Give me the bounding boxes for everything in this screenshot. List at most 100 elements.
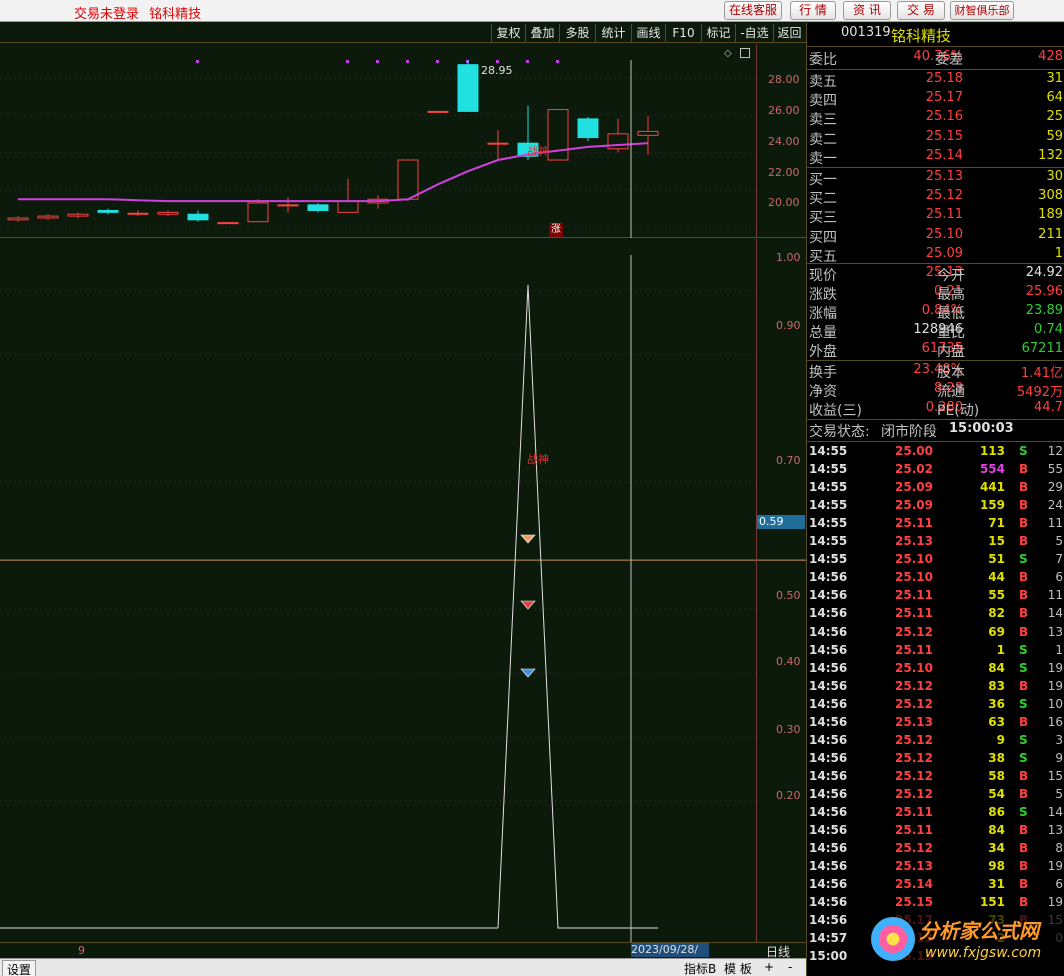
candle-body [97, 209, 119, 213]
tick-volume: 38 [988, 750, 1005, 765]
date-axis-marker: 9 [78, 944, 85, 957]
candle-body [427, 110, 449, 113]
buy-price: 25.09 [925, 245, 963, 261]
tick-time: 14:56 [809, 768, 848, 783]
diamond-icon[interactable]: ◇ [724, 48, 732, 59]
online-service-button[interactable]: 在线客服 [724, 1, 782, 20]
trade-status-time: 15:00:03 [949, 421, 1014, 436]
tick-side: S [1019, 750, 1028, 765]
stats-label: 外盘 [809, 344, 837, 360]
ind-tick-100: 1.00 [776, 251, 801, 264]
buy-volume: 189 [1038, 207, 1063, 223]
tool-stats[interactable]: 统计 [595, 24, 631, 42]
tick-price: 25.15 [895, 895, 933, 910]
buy-volume: 308 [1038, 188, 1063, 204]
indicator-series-label: 战神 [527, 453, 549, 466]
buy-row: 买一 25.13 30 [807, 169, 1064, 188]
tick-side: B [1019, 516, 1029, 531]
tick-price: 25.12 [895, 786, 933, 801]
tick-count: 19 [1047, 895, 1063, 910]
indicator-pane[interactable]: 1.00 0.90 0.70 0.50 0.40 0.30 0.20 0.59 … [0, 239, 806, 942]
stats-label: 股本 [937, 365, 965, 381]
tick-side: B [1019, 895, 1029, 910]
club-button[interactable]: 财智俱乐部 [950, 1, 1014, 20]
tick-price: 25.02 [895, 462, 933, 477]
candle-body [157, 211, 179, 215]
tick-volume: 15 [988, 534, 1005, 549]
news-button[interactable]: 资 讯 [843, 1, 891, 20]
tick-time: 14:56 [809, 786, 848, 801]
price-tick-26: 26.00 [768, 104, 800, 117]
ind-tick-050: 0.50 [776, 589, 801, 602]
tool-fuquan[interactable]: 复权 [491, 24, 525, 42]
tick-row: 14:56 25.13 98 B 19 [807, 858, 1064, 876]
tool-f10[interactable]: F10 [665, 24, 701, 42]
tool-mark[interactable]: 标记 [701, 24, 735, 42]
trade-login-status: 交易未登录 [74, 7, 140, 22]
tick-row: 14:56 25.12 54 B 5 [807, 786, 1064, 804]
tick-side: B [1019, 606, 1029, 621]
tick-side: B [1019, 823, 1029, 838]
tick-volume: 86 [988, 805, 1005, 819]
indicator-tab[interactable]: 指标B [684, 960, 716, 976]
sell-price: 25.14 [925, 147, 963, 163]
stats-row: 现价 25.13 今开 24.92 [807, 265, 1064, 284]
buy-label: 买三 [809, 210, 837, 227]
sell-volume: 64 [1046, 90, 1063, 106]
template-tab[interactable]: 模 板 [724, 960, 752, 976]
signal-dot [196, 60, 199, 63]
tick-count: 24 [1047, 498, 1063, 513]
tick-price: 25.10 [895, 552, 933, 567]
tick-side: B [1019, 768, 1029, 783]
tool-watchlist[interactable]: -自选 [735, 24, 773, 42]
tick-price: 25.12 [895, 732, 933, 747]
tick-side: B [1019, 570, 1029, 585]
tick-volume: 84 [988, 660, 1005, 675]
zoom-in-button[interactable]: + [764, 960, 774, 974]
tool-overlay[interactable]: 叠加 [525, 24, 559, 42]
maximize-icon[interactable] [740, 48, 750, 58]
candle-body [217, 222, 239, 225]
ind-tick-090: 0.90 [776, 319, 801, 332]
tool-multi-stock[interactable]: 多股 [559, 24, 595, 42]
tick-side: B [1019, 480, 1029, 495]
tick-time: 14:55 [809, 534, 848, 549]
stock-code: 001319 [841, 25, 891, 40]
stats-value: 23.89 [1025, 303, 1063, 318]
candle-body [127, 212, 149, 215]
price-indicator-label: 战神 [527, 145, 549, 158]
tick-volume: 554 [979, 462, 1005, 477]
settings-button[interactable]: 设置 [2, 960, 37, 976]
candle-body [457, 64, 479, 112]
signal-dot [526, 60, 529, 63]
zoom-out-button[interactable]: - [788, 960, 792, 974]
trade-button[interactable]: 交 易 [897, 1, 945, 20]
tick-row: 14:55 25.09 159 B 24 [807, 497, 1064, 515]
tick-price: 25.11 [895, 516, 933, 531]
bottom-tabs: 设置 指标B 模 板 + - [0, 958, 806, 976]
stats-row: 净资 8.28 流通 5492万 [807, 381, 1064, 400]
tick-price: 25.12 [895, 841, 933, 856]
tick-time: 14:55 [809, 498, 848, 513]
tick-volume: 55 [988, 588, 1005, 603]
tick-time: 14:55 [809, 480, 848, 495]
tool-draw[interactable]: 画线 [631, 24, 665, 42]
tick-volume: 441 [979, 480, 1005, 495]
tool-back[interactable]: 返回 [773, 24, 805, 42]
buy-row: 买三 25.11 189 [807, 207, 1064, 226]
tick-count: 1 [1055, 642, 1063, 657]
tick-row: 14:56 25.11 55 B 11 [807, 587, 1064, 605]
tick-time: 14:55 [809, 552, 848, 567]
tick-volume: 1 [996, 642, 1005, 657]
candle-body [607, 133, 629, 150]
sell-label: 卖三 [809, 112, 837, 129]
indicator-line [497, 284, 658, 929]
market-button[interactable]: 行 情 [790, 1, 836, 20]
chart-toolbar: 复权 叠加 多股 统计 画线 F10 标记 -自选 返回 [0, 23, 806, 43]
price-pane[interactable]: 28.00 26.00 24.00 22.00 20.00 28.95 战神 涨… [0, 44, 806, 238]
tick-side: S [1019, 660, 1028, 675]
tick-time: 14:56 [809, 606, 848, 621]
trade-status-row: 交易状态: 闭市阶段 15:00:03 [807, 421, 1064, 440]
tick-volume: 98 [988, 859, 1005, 874]
tick-side: S [1019, 552, 1028, 567]
